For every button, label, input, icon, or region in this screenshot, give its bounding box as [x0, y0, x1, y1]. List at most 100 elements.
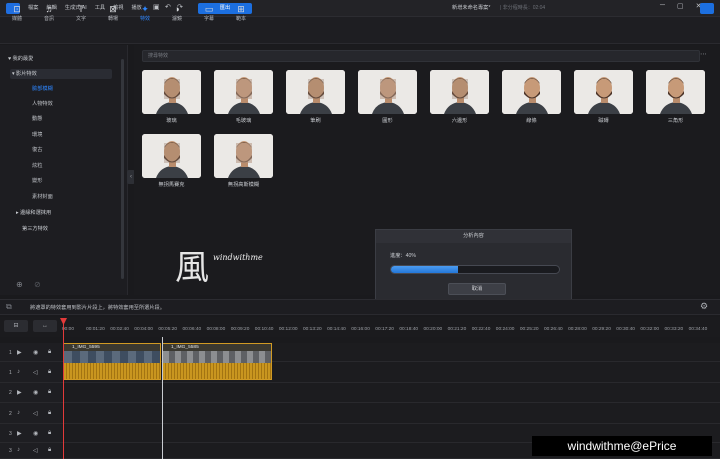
effect-tile[interactable]: [358, 70, 417, 114]
add-folder-icon[interactable]: ⊕: [16, 280, 23, 289]
lock-icon[interactable]: 🔒︎: [48, 369, 51, 376]
maximize-icon[interactable]: ▢: [677, 2, 684, 10]
track-lane[interactable]: [62, 403, 720, 424]
video-clip[interactable]: 1_IMG_5595: [63, 343, 161, 380]
tab-templates[interactable]: ⊞ 範本: [228, 3, 254, 22]
sidebar-item-particles[interactable]: 炫粒: [32, 162, 42, 171]
track-lane[interactable]: [62, 383, 720, 403]
effect-label: 線條: [526, 118, 537, 124]
minimize-icon[interactable]: ─: [660, 2, 665, 10]
visibility-icon[interactable]: ◉: [33, 430, 38, 437]
volume-icon[interactable]: ◁: [33, 410, 38, 417]
tab-subtitles[interactable]: ▭ 字幕: [196, 3, 222, 22]
face-thumbnail: [646, 70, 705, 114]
ruler-tick: 00:30:40: [616, 327, 635, 332]
ruler-tick: 00:26:40: [544, 327, 563, 332]
sidebar-item-warp[interactable]: 變形: [32, 177, 42, 186]
sidebar-item-covers[interactable]: 素材封面: [32, 193, 53, 202]
progress-fill: [391, 266, 459, 273]
ruler-tick: 00:25:20: [519, 327, 539, 332]
track-header[interactable]: 3 ♪ ◁ 🔒︎: [0, 443, 62, 459]
track-header[interactable]: 1 ♪ ◁ 🔒︎: [0, 362, 62, 383]
effect-tile[interactable]: [286, 70, 345, 114]
effect-tile[interactable]: [574, 70, 633, 114]
face-thumbnail: [214, 70, 273, 114]
face-thumbnail: [358, 70, 417, 114]
clip-title: 1_IMG_5595: [64, 344, 160, 351]
playhead[interactable]: [63, 320, 64, 459]
sidebar-item-video-effects[interactable]: ▾ 影片特效: [12, 70, 37, 79]
sidebar-item-retro[interactable]: 復古: [32, 146, 42, 155]
effect-label: 三角形: [667, 118, 684, 124]
sidebar-scrollbar[interactable]: [121, 59, 124, 279]
ruler-tick: 00:28:00: [568, 327, 587, 332]
more-icon[interactable]: ⋯: [700, 50, 707, 58]
effect-label: 毛玻璃: [235, 118, 252, 124]
dialog-message: 進度：40%: [390, 253, 416, 259]
audio-track-icon: ♪: [17, 409, 20, 416]
video-clip[interactable]: 1_IMG_5585: [162, 343, 272, 380]
sidebar-item-motion[interactable]: 動態: [32, 115, 42, 124]
face-thumbnail: [214, 134, 273, 178]
tab-filters[interactable]: ◑ 濾鏡: [164, 3, 190, 22]
template-icon: ⊞: [237, 4, 245, 14]
face-thumbnail: [286, 70, 345, 114]
track-number: 2: [9, 410, 12, 417]
ruler-tick: 00:18:40: [399, 327, 419, 332]
ruler-tick: 00:24:00: [495, 327, 515, 332]
effect-tile[interactable]: [430, 70, 489, 114]
lock-icon[interactable]: 🔒︎: [48, 447, 51, 454]
layers-icon[interactable]: ⧉: [6, 302, 12, 312]
lock-icon[interactable]: 🔒︎: [48, 410, 51, 417]
sidebar-item-face-blur[interactable]: 臉部模糊: [32, 85, 53, 94]
track-header[interactable]: 3 ▶ ◉ 🔒︎: [0, 424, 62, 443]
lock-icon[interactable]: 🔒︎: [48, 430, 51, 437]
sidebar-item-edges[interactable]: ▸ 邊緣和選抹用: [16, 209, 51, 218]
volume-icon[interactable]: ◁: [33, 447, 38, 454]
effect-tile[interactable]: [142, 70, 201, 114]
effect-tile[interactable]: [214, 134, 273, 178]
ruler-tick: 00:04:00: [134, 327, 153, 332]
cancel-button[interactable]: 取消: [448, 283, 506, 295]
sidebar-item-people[interactable]: 人物特效: [32, 100, 53, 109]
effect-label: 筆刷: [310, 118, 321, 124]
volume-icon[interactable]: ◁: [33, 369, 38, 376]
track-header[interactable]: 1 ▶ ◉ 🔒︎: [0, 343, 62, 362]
dialog-title: 分析內容: [376, 230, 571, 243]
sidebar-item-favorites[interactable]: ♥ 我的最愛: [8, 55, 33, 64]
progress-bar: [390, 265, 560, 274]
settings-icon[interactable]: ⚙: [700, 301, 708, 312]
audio-track-icon: ♪: [17, 368, 20, 375]
ruler-tick: 00:32:00: [640, 327, 660, 332]
effect-tile[interactable]: [214, 70, 273, 114]
visibility-icon[interactable]: ◉: [33, 349, 38, 356]
lock-icon[interactable]: 🔒︎: [48, 349, 51, 356]
ruler-tick: 00:06:40: [182, 327, 202, 332]
account-icon[interactable]: [700, 3, 714, 14]
track-header[interactable]: 2 ♪ ◁ 🔒︎: [0, 403, 62, 424]
video-track-icon: ▶: [17, 390, 22, 396]
ruler-tick: 00:14:40: [327, 327, 346, 332]
tab-text[interactable]: T 文字: [68, 3, 94, 22]
sidebar-item-environment[interactable]: 環境: [32, 131, 42, 140]
video-track-icon: ▶: [17, 349, 22, 356]
clip-title: 1_IMG_5585: [163, 344, 271, 351]
tab-audio[interactable]: ♫ 音訊: [36, 3, 62, 22]
sidebar-item-third-party[interactable]: 第三方特效: [22, 225, 48, 234]
ruler-tick: 00:16:00: [351, 327, 370, 332]
tab-effects[interactable]: ✦ 特效: [132, 3, 158, 22]
tab-media[interactable]: ⊡ 媒體: [4, 3, 30, 22]
search-input[interactable]: 搜尋特效: [142, 50, 700, 62]
remove-icon[interactable]: ⊘: [34, 280, 41, 289]
fit-timeline-button[interactable]: ⊟: [4, 320, 28, 332]
ruler-tick: 00:09:20: [230, 327, 250, 332]
lock-icon[interactable]: 🔒︎: [48, 389, 51, 396]
visibility-icon[interactable]: ◉: [33, 389, 38, 396]
effect-tile[interactable]: [646, 70, 705, 114]
track-header[interactable]: 2 ▶ ◉ 🔒︎: [0, 383, 62, 403]
effect-tile[interactable]: [502, 70, 561, 114]
effect-label: 玻璃: [166, 118, 177, 124]
tab-transitions[interactable]: ⊠ 轉場: [100, 3, 126, 22]
zoom-button[interactable]: ↔: [33, 320, 57, 332]
effect-tile[interactable]: [142, 134, 201, 178]
